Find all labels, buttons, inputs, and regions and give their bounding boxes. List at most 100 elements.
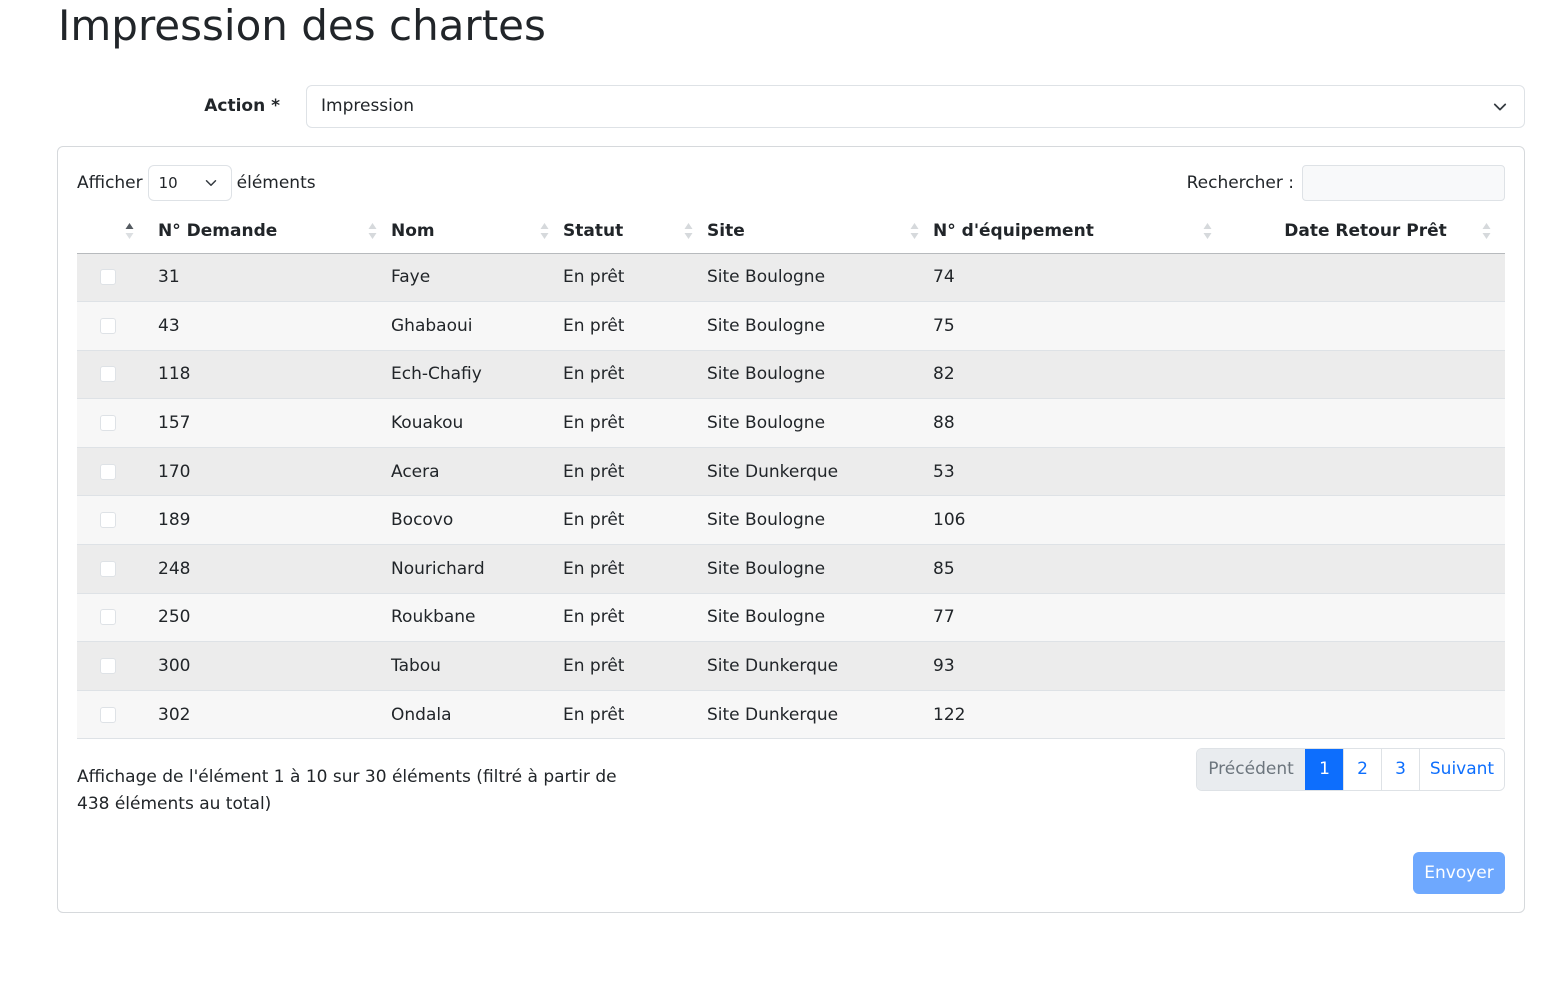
cell-site: Site Dunkerque — [707, 641, 933, 691]
row-checkbox[interactable] — [100, 366, 116, 383]
table-row[interactable]: 118 Ech-Chafiy En prêt Site Boulogne 82 — [77, 350, 1505, 400]
cell-demande: 170 — [158, 447, 391, 497]
cell-date-retour — [1226, 495, 1505, 546]
header-statut[interactable]: Statut — [563, 209, 707, 254]
cell-date-retour — [1226, 690, 1505, 740]
chevron-down-icon — [205, 180, 216, 186]
cell-equipement: 75 — [933, 301, 1226, 351]
header-select-col[interactable] — [77, 209, 158, 254]
page-length-control: Afficher 10 éléments — [77, 165, 316, 201]
pagination-next[interactable]: Suivant — [1419, 749, 1504, 790]
row-checkbox[interactable] — [100, 658, 116, 675]
cell-demande: 43 — [158, 301, 391, 351]
cell-equipement: 53 — [933, 447, 1226, 497]
send-button[interactable]: Envoyer — [1413, 852, 1505, 894]
cell-statut: En prêt — [563, 641, 707, 691]
search-control: Rechercher : — [1187, 165, 1505, 201]
cell-site: Site Boulogne — [707, 350, 933, 400]
cell-date-retour — [1226, 593, 1505, 643]
row-checkbox[interactable] — [100, 463, 116, 480]
cell-nom: Bocovo — [391, 495, 563, 546]
cell-statut: En prêt — [563, 253, 707, 303]
cell-select — [77, 350, 158, 400]
row-checkbox[interactable] — [100, 706, 116, 723]
cell-date-retour — [1226, 253, 1505, 303]
cell-demande: 248 — [158, 544, 391, 594]
cell-nom: Faye — [391, 253, 563, 303]
sort-icon — [910, 223, 919, 239]
cell-statut: En prêt — [563, 690, 707, 740]
cell-equipement: 88 — [933, 398, 1226, 448]
cell-nom: Tabou — [391, 641, 563, 691]
cell-demande: 189 — [158, 495, 391, 546]
table-row[interactable]: 250 Roukbane En prêt Site Boulogne 77 — [77, 593, 1505, 643]
header-date-retour[interactable]: Date Retour Prêt — [1226, 209, 1505, 254]
pagination-page-3[interactable]: 3 — [1381, 749, 1419, 790]
row-checkbox[interactable] — [100, 317, 116, 334]
table-body: 31 Faye En prêt Site Boulogne 74 43 Ghabaoui En… — [77, 253, 1505, 740]
cell-select — [77, 641, 158, 691]
cell-date-retour — [1226, 301, 1505, 351]
row-checkbox[interactable] — [100, 415, 116, 432]
table-row[interactable]: 43 Ghabaoui En prêt Site Boulogne 75 — [77, 301, 1505, 351]
cell-equipement: 93 — [933, 641, 1226, 691]
table-row[interactable]: 31 Faye En prêt Site Boulogne 74 — [77, 253, 1505, 303]
header-equipement[interactable]: N° d'équipement — [933, 209, 1226, 254]
table-row[interactable]: 170 Acera En prêt Site Dunkerque 53 — [77, 447, 1505, 497]
sort-icon — [368, 223, 377, 239]
show-suffix: éléments — [236, 173, 316, 193]
cell-demande: 250 — [158, 593, 391, 643]
cell-statut: En prêt — [563, 544, 707, 594]
table-row[interactable]: 300 Tabou En prêt Site Dunkerque 93 — [77, 641, 1505, 691]
row-checkbox[interactable] — [100, 269, 116, 286]
cell-select — [77, 398, 158, 448]
action-form-row: Action * Impression — [58, 85, 1525, 128]
cell-equipement: 85 — [933, 544, 1226, 594]
search-input[interactable] — [1302, 165, 1505, 201]
table-row[interactable]: 248 Nourichard En prêt Site Boulogne 85 — [77, 544, 1505, 594]
cell-site: Site Boulogne — [707, 593, 933, 643]
pagination-page-2[interactable]: 2 — [1343, 749, 1381, 790]
pagination-page-1[interactable]: 1 — [1305, 749, 1343, 790]
cell-nom: Ondala — [391, 690, 563, 740]
table-header-row: N° Demande Nom Statut Site N° d'équipeme… — [77, 209, 1505, 254]
cell-demande: 157 — [158, 398, 391, 448]
cell-equipement: 106 — [933, 495, 1226, 546]
loans-table: N° Demande Nom Statut Site N° d'équipeme… — [77, 209, 1505, 740]
header-demande[interactable]: N° Demande — [158, 209, 391, 254]
header-nom[interactable]: Nom — [391, 209, 563, 254]
pagination-previous[interactable]: Précédent — [1197, 749, 1305, 790]
cell-select — [77, 690, 158, 740]
row-checkbox[interactable] — [100, 560, 116, 577]
page-length-select[interactable]: 10 — [147, 165, 232, 201]
cell-nom: Roukbane — [391, 593, 563, 643]
cell-site: Site Boulogne — [707, 301, 933, 351]
sort-asc-icon — [125, 223, 134, 239]
cell-date-retour — [1226, 350, 1505, 400]
row-checkbox[interactable] — [100, 512, 116, 529]
row-checkbox[interactable] — [100, 609, 116, 626]
show-label: Afficher — [77, 173, 143, 193]
sort-icon — [540, 223, 549, 239]
table-row[interactable]: 302 Ondala En prêt Site Dunkerque 122 — [77, 690, 1505, 740]
cell-select — [77, 447, 158, 497]
cell-equipement: 77 — [933, 593, 1226, 643]
cell-date-retour — [1226, 641, 1505, 691]
cell-demande: 302 — [158, 690, 391, 740]
cell-site: Site Dunkerque — [707, 690, 933, 740]
table-info: Affichage de l'élément 1 à 10 sur 30 élé… — [77, 767, 617, 814]
cell-statut: En prêt — [563, 495, 707, 546]
cell-select — [77, 253, 158, 303]
action-select[interactable]: Impression — [306, 85, 1525, 128]
cell-nom: Acera — [391, 447, 563, 497]
cell-site: Site Dunkerque — [707, 447, 933, 497]
cell-date-retour — [1226, 544, 1505, 594]
cell-nom: Nourichard — [391, 544, 563, 594]
table-row[interactable]: 157 Kouakou En prêt Site Boulogne 88 — [77, 398, 1505, 448]
cell-demande: 118 — [158, 350, 391, 400]
header-site[interactable]: Site — [707, 209, 933, 254]
table-row[interactable]: 189 Bocovo En prêt Site Boulogne 106 — [77, 495, 1505, 546]
cell-statut: En prêt — [563, 398, 707, 448]
cell-equipement: 82 — [933, 350, 1226, 400]
sort-icon — [684, 223, 693, 239]
